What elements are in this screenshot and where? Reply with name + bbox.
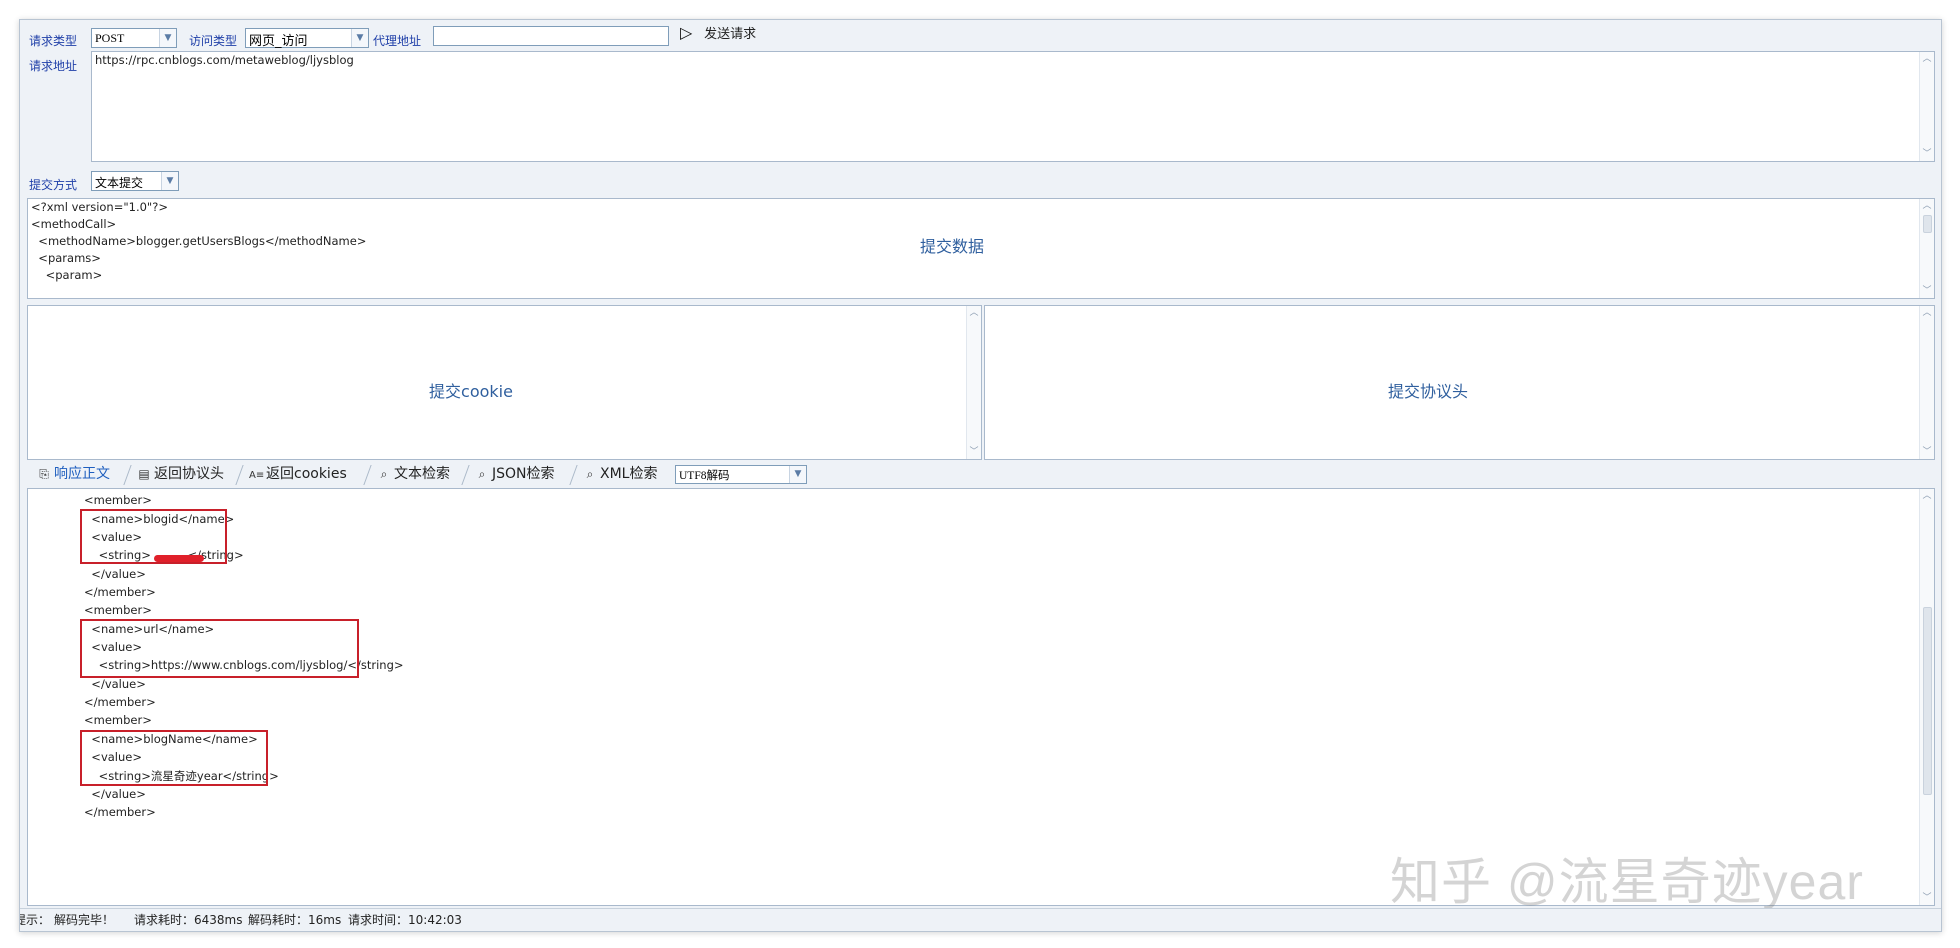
status-decode-msg: 解码完毕！ [54,913,115,927]
response-tabbar: ⎘ 响应正文 ▤ 返回协议头 A≡ 返回cookies ⌕ 文本检索 ⌕ JSON检索 ⌕… [27,463,1935,487]
access-type-select[interactable]: 网页_访问 ▼ [245,28,369,49]
decode-select[interactable]: UTF8解码 ▼ [675,465,807,484]
status-request-time: 请求耗时：6438ms [134,913,243,927]
response-icon: ⎘ [39,467,49,481]
response-scrollbar[interactable]: ︿ ﹀ [1919,489,1934,905]
response-line: </member> [84,585,156,599]
tab-response-body[interactable]: ⎘ 响应正文 [37,463,110,485]
scroll-thumb[interactable] [1923,215,1932,233]
scroll-thumb[interactable] [1923,607,1932,795]
submit-data-textarea[interactable]: <?xml version="1.0"?> <methodCall> <meth… [27,198,1935,299]
status-bar: 提示： 解码完毕！ 请求耗时：6438ms 解码耗时：16ms 请求时间：10:… [20,908,1941,931]
submit-data-line: <params> [31,251,101,265]
highlight-box-url [80,619,359,678]
access-type-label: 访问类型 [189,34,238,48]
tab-label: XML检索 [600,466,658,482]
request-type-select[interactable]: POST ▼ [91,28,177,48]
scroll-down-icon[interactable]: ﹀ [1920,147,1934,161]
send-button[interactable]: ▷ 发送请求 [680,23,756,47]
search-icon: ⌕ [380,467,388,481]
play-icon: ▷ [680,23,693,42]
tab-label: JSON检索 [492,466,555,482]
url-label: 请求地址 [29,59,78,73]
highlight-box-blogname [80,730,268,786]
highlight-box-blogid [80,509,227,564]
response-line: <member> [84,603,152,617]
response-line: <member> [84,713,152,727]
chevron-down-icon[interactable]: ▼ [161,172,178,190]
tab-label: 返回cookies [266,466,347,482]
status-decode-time: 解码耗时：16ms [248,913,342,927]
response-line: </value> [84,567,146,581]
submit-data-scrollbar[interactable]: ︿ ﹀ [1919,199,1934,298]
search-icon: ⌕ [586,467,594,481]
response-line: </value> [84,677,146,691]
scroll-up-icon[interactable]: ︿ [1920,489,1934,503]
response-line: </member> [84,695,156,709]
submit-data-line: <?xml version="1.0"?> [31,200,168,214]
scroll-up-icon[interactable]: ︿ [967,306,981,320]
tab-separator [363,465,372,485]
chevron-down-icon[interactable]: ▼ [159,29,176,47]
chevron-down-icon[interactable]: ▼ [789,466,806,483]
tab-label: 响应正文 [54,466,110,482]
tab-xml-search[interactable]: ⌕ XML检索 [583,463,658,485]
response-line: </value> [84,787,146,801]
tab-json-search[interactable]: ⌕ JSON检索 [475,463,555,485]
tab-text-search[interactable]: ⌕ 文本检索 [377,463,450,485]
chevron-down-icon[interactable]: ▼ [351,29,368,47]
decode-value: UTF8解码 [679,470,730,482]
scroll-up-icon[interactable]: ︿ [1920,306,1934,320]
url-textarea[interactable]: https://rpc.cnblogs.com/metaweblog/ljysb… [91,51,1935,162]
scroll-down-icon[interactable]: ﹀ [1920,891,1934,905]
tab-separator [461,465,470,485]
tab-response-headers[interactable]: ▤ 返回协议头 [137,463,224,485]
request-type-label: 请求类型 [29,34,78,48]
headers-scrollbar[interactable]: ︿ ﹀ [1919,306,1934,459]
url-value: https://rpc.cnblogs.com/metaweblog/ljysb… [95,53,354,67]
watermark: 知乎 @流星奇迹year [1390,854,1864,910]
submit-cookie-placeholder: 提交cookie [429,382,513,401]
tab-separator [569,465,578,485]
url-scrollbar[interactable]: ︿ ﹀ [1919,52,1934,161]
response-line: </member> [84,805,156,819]
access-type-value: 网页_访问 [249,34,308,49]
submit-mode-value: 文本提交 [95,176,144,190]
submit-headers-placeholder: 提交协议头 [1387,382,1469,401]
status-request-clock: 请求时间：10:42:03 [348,913,462,927]
cookie-text-icon: A≡ [249,470,265,481]
scroll-up-icon[interactable]: ︿ [1920,52,1934,66]
scroll-down-icon[interactable]: ﹀ [1920,284,1934,298]
submit-mode-select[interactable]: 文本提交 ▼ [91,171,179,191]
request-type-value: POST [95,31,125,45]
status-hint: 提示： [20,913,51,927]
send-label: 发送请求 [704,27,757,42]
document-icon: ▤ [138,467,150,481]
scroll-down-icon[interactable]: ﹀ [1920,445,1934,459]
search-icon: ⌕ [478,467,486,481]
submit-data-line: <methodCall> [31,217,117,231]
tab-separator [123,465,132,485]
tab-separator [235,465,244,485]
submit-cookie-textarea[interactable]: 提交cookie ︿ ﹀ [27,305,982,460]
submit-data-placeholder: 提交数据 [919,237,985,256]
tab-label: 文本检索 [394,466,450,482]
cookie-scrollbar[interactable]: ︿ ﹀ [966,306,981,459]
response-line: <member> [84,493,152,507]
app-window: 请求类型 POST ▼ 访问类型 网页_访问 ▼ 代理地址 ▷ 发送请求 请求地… [19,19,1942,932]
submit-data-line: <param> [31,268,103,282]
tab-label: 返回协议头 [154,466,224,482]
scroll-down-icon[interactable]: ﹀ [967,445,981,459]
submit-data-line: <methodName>blogger.getUsersBlogs</metho… [31,234,367,248]
tab-response-cookies[interactable]: A≡ 返回cookies [249,463,347,485]
scroll-up-icon[interactable]: ︿ [1920,199,1934,213]
submit-headers-textarea[interactable]: 提交协议头 ︿ ﹀ [984,305,1935,460]
proxy-label: 代理地址 [373,34,422,48]
submit-mode-label: 提交方式 [29,178,78,192]
proxy-input[interactable] [433,26,669,46]
